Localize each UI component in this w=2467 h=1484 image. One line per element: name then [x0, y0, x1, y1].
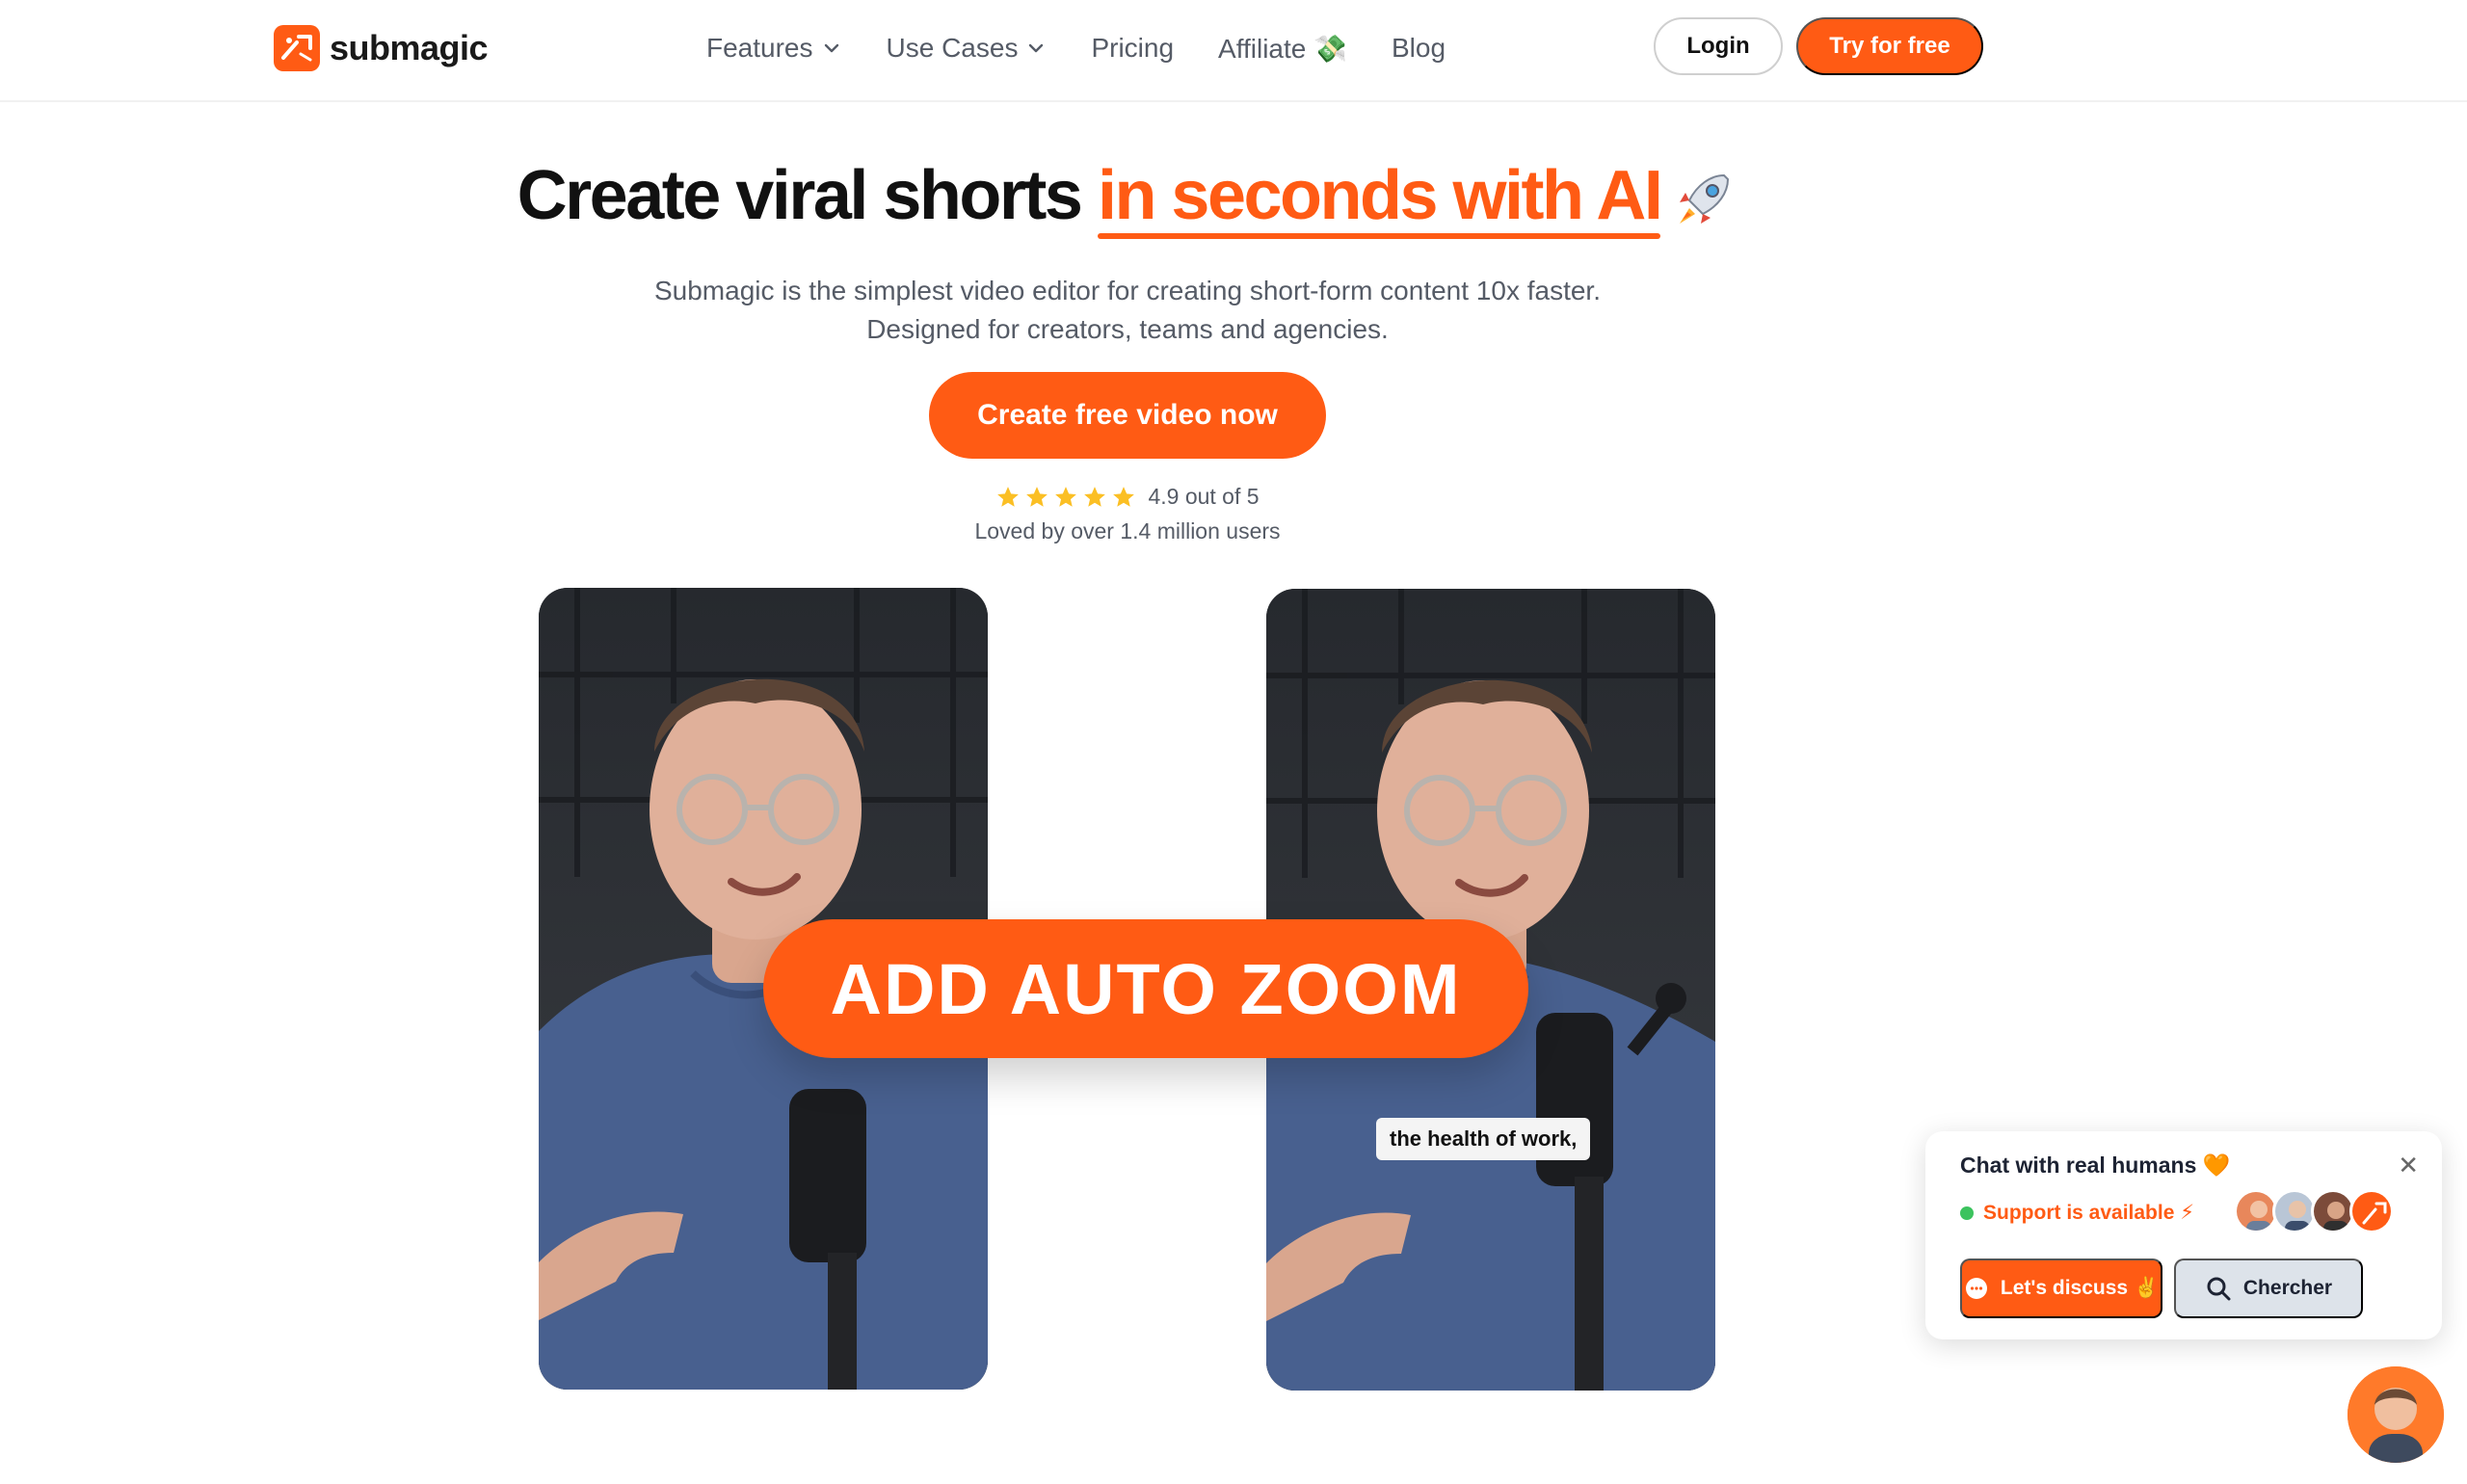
chevron-down-icon	[1029, 43, 1044, 53]
create-free-video-button[interactable]: Create free video now	[929, 372, 1326, 459]
logo-icon	[274, 25, 320, 71]
chat-bubble-icon	[1965, 1278, 1987, 1299]
nav-features[interactable]: Features	[706, 33, 842, 64]
nav-use-cases-label: Use Cases	[886, 33, 1019, 63]
lets-discuss-label: Let's discuss ✌️	[2000, 1277, 2160, 1299]
search-help-label: Chercher	[2242, 1277, 2333, 1299]
chat-title: Chat with real humans 🧡	[1960, 1153, 2231, 1178]
online-indicator	[1960, 1206, 1974, 1220]
login-button[interactable]: Login	[1654, 17, 1783, 75]
chat-widget: Chat with real humans 🧡 ✕ Support is ava…	[1925, 1131, 2442, 1339]
nav-actions: Login Try for free	[1654, 17, 1983, 75]
star-icon	[1084, 486, 1106, 507]
rocket-icon	[1680, 173, 1730, 224]
hero-title-accent: in seconds with AI	[1097, 157, 1663, 239]
hero-subtitle: Submagic is the simplest video editor fo…	[0, 272, 2255, 349]
chat-actions: Let's discuss ✌️ Chercher	[1960, 1259, 2363, 1318]
star-icon	[997, 486, 1020, 507]
search-help-button[interactable]: Chercher	[2174, 1259, 2363, 1318]
support-status: Support is available ⚡	[1960, 1201, 2194, 1225]
hero-title-main: Create viral shorts	[517, 157, 1098, 234]
rating-stars	[995, 485, 1136, 510]
auto-zoom-banner: ADD AUTO ZOOM	[763, 919, 1528, 1058]
loved-by-text: Loved by over 1.4 million users	[974, 518, 1281, 543]
hero-title: Create viral shorts in seconds with AI	[0, 156, 2255, 239]
star-icon	[1113, 486, 1135, 507]
star-icon	[1055, 486, 1077, 507]
top-navigation: submagic Features Use Cases Pricing Affi…	[0, 0, 2467, 102]
chevron-down-icon	[824, 43, 838, 53]
rating-text: 4.9 out of 5	[1148, 484, 1260, 509]
hero-subtitle-line-2: Designed for creators, teams and agencie…	[866, 314, 1389, 344]
star-icon	[1026, 486, 1048, 507]
hero-subtitle-line-1: Submagic is the simplest video editor fo…	[653, 276, 1601, 305]
close-icon[interactable]: ✕	[2398, 1153, 2419, 1178]
main-menu: Features Use Cases Pricing Affiliate 💸 B…	[706, 29, 1490, 67]
search-icon	[2207, 1277, 2231, 1301]
brand-logo[interactable]: submagic	[274, 25, 489, 71]
support-status-text: Support is available ⚡	[1983, 1202, 2194, 1224]
logo-text: submagic	[330, 28, 489, 67]
nav-pricing[interactable]: Pricing	[1091, 33, 1174, 64]
try-for-free-button[interactable]: Try for free	[1796, 17, 1983, 75]
chat-launcher-avatar[interactable]	[2348, 1366, 2444, 1463]
lets-discuss-button[interactable]: Let's discuss ✌️	[1960, 1259, 2162, 1318]
nav-affiliate[interactable]: Affiliate 💸	[1218, 33, 1347, 65]
video-caption: the health of work,	[1376, 1118, 1591, 1160]
avatar	[2349, 1189, 2394, 1233]
nav-use-cases[interactable]: Use Cases	[887, 33, 1048, 64]
nav-blog[interactable]: Blog	[1392, 33, 1446, 64]
support-avatars	[2234, 1189, 2394, 1233]
nav-features-label: Features	[706, 33, 813, 63]
rating-row: 4.9 out of 5	[0, 484, 2255, 510]
